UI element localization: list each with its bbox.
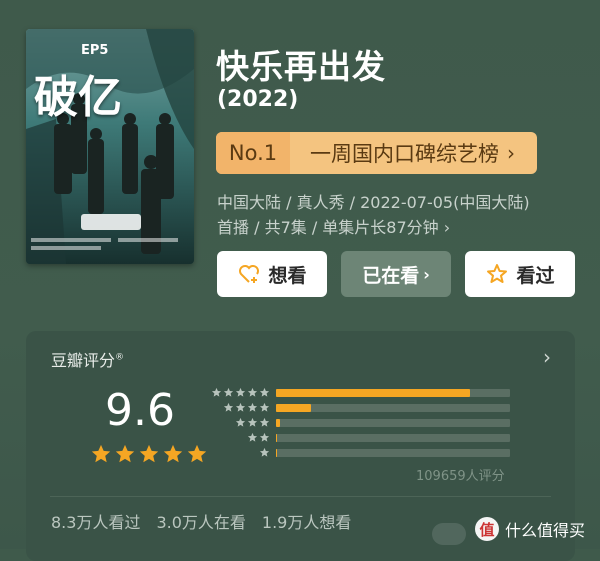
star-outline-icon bbox=[485, 262, 509, 286]
rating-stars bbox=[90, 443, 208, 469]
ranking-number: No.1 bbox=[216, 132, 290, 174]
chevron-right-icon: › bbox=[423, 265, 430, 284]
watched-button[interactable]: 看过 bbox=[465, 251, 575, 297]
distribution-fill bbox=[276, 404, 311, 412]
distribution-fill bbox=[276, 419, 280, 427]
rating-stats: 8.3万人看过 3.0万人在看 1.9万人想看 bbox=[51, 509, 351, 533]
seen-count: 8.3万人看过 bbox=[51, 509, 140, 533]
star-icon bbox=[114, 443, 136, 469]
distribution-bar bbox=[276, 389, 510, 397]
watching-label: 已在看 bbox=[362, 261, 419, 288]
meta-line-1: 中国大陆 / 真人秀 / 2022-07-05(中国大陆) bbox=[217, 190, 577, 215]
show-year: (2022) bbox=[217, 87, 298, 112]
star-icon bbox=[138, 443, 160, 469]
show-meta[interactable]: 中国大陆 / 真人秀 / 2022-07-05(中国大陆) 首播 / 共7集 /… bbox=[217, 190, 577, 240]
poster-episode: EP5 bbox=[81, 43, 108, 58]
logo-text: 什么值得买 bbox=[505, 517, 585, 541]
rating-distribution bbox=[210, 385, 510, 460]
heart-plus-icon bbox=[237, 262, 261, 286]
rating-header: 豆瓣评分® bbox=[51, 347, 124, 371]
star-icon bbox=[162, 443, 184, 469]
watching-button[interactable]: 已在看 › bbox=[341, 251, 451, 297]
want-to-watch-button[interactable]: 想看 bbox=[217, 251, 327, 297]
poster[interactable]: 破亿 EP5 bbox=[26, 29, 194, 264]
distribution-fill bbox=[276, 434, 277, 442]
logo-icon: 值 bbox=[475, 517, 499, 541]
small-star-icon bbox=[259, 443, 270, 462]
poster-title: 破亿 bbox=[34, 61, 122, 125]
meta-line-2: 首播 / 共7集 / 单集片长87分钟 › bbox=[217, 215, 577, 240]
watermark-bubble bbox=[432, 523, 466, 545]
star-icon bbox=[90, 443, 112, 469]
rating-count: 109659人评分 bbox=[416, 465, 505, 484]
watching-count: 3.0万人在看 bbox=[156, 509, 245, 533]
show-title: 快乐再出发 bbox=[216, 40, 386, 88]
star-icon bbox=[186, 443, 208, 469]
distribution-bar bbox=[276, 419, 510, 427]
watched-label: 看过 bbox=[516, 261, 554, 288]
want-count: 1.9万人想看 bbox=[262, 509, 351, 533]
divider bbox=[50, 496, 551, 497]
watermark-logo: 值 什么值得买 bbox=[475, 517, 585, 541]
chevron-right-icon[interactable]: › bbox=[543, 345, 551, 369]
distribution-bar bbox=[276, 449, 510, 457]
distribution-bar bbox=[276, 404, 510, 412]
distribution-row bbox=[210, 445, 510, 460]
distribution-bar bbox=[276, 434, 510, 442]
chevron-right-icon: › bbox=[507, 141, 537, 165]
distribution-fill bbox=[276, 389, 470, 397]
ranking-badge[interactable]: No.1 一周国内口碑综艺榜 › bbox=[216, 132, 537, 174]
rating-score: 9.6 bbox=[105, 385, 175, 436]
ranking-label: 一周国内口碑综艺榜 bbox=[290, 138, 507, 168]
want-label: 想看 bbox=[268, 261, 306, 288]
